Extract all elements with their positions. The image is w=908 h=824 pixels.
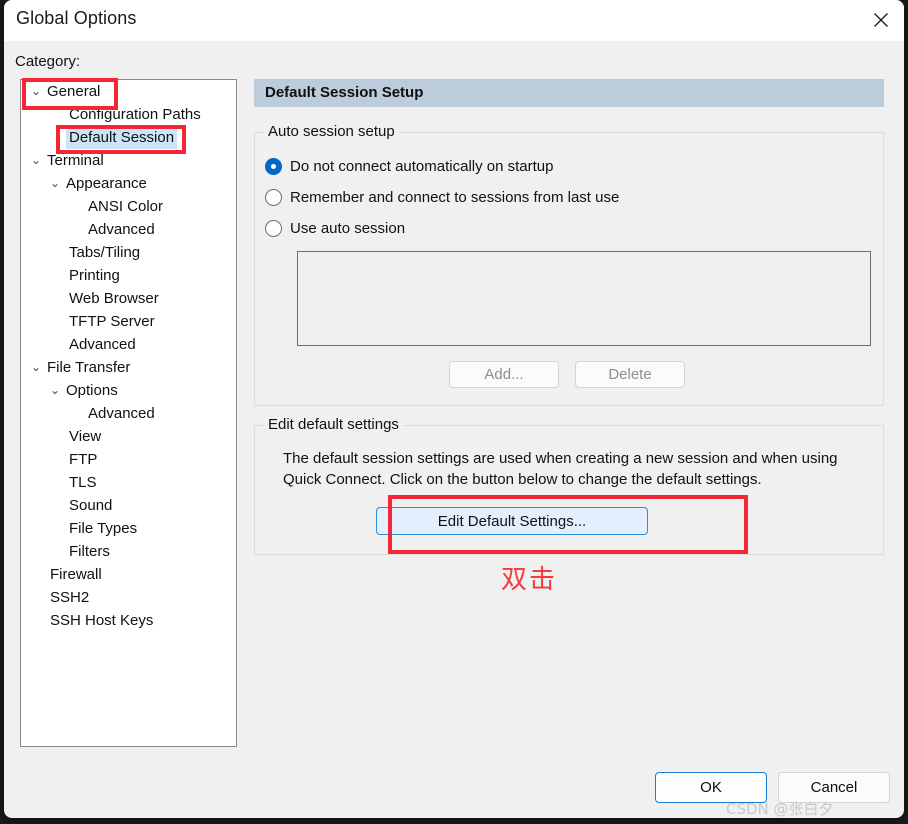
sidebar-item-advanced[interactable]: Advanced [21,218,236,241]
sidebar-item-tftp-server[interactable]: TFTP Server [21,310,236,333]
sidebar-item-filters[interactable]: Filters [21,540,236,563]
sidebar-item-ssh-host-keys[interactable]: SSH Host Keys [21,609,236,632]
sidebar-item-advanced[interactable]: Advanced [21,333,236,356]
panel-title: Default Session Setup [265,84,424,101]
sidebar-item-label: ANSI Color [88,198,164,215]
title-bar: Global Options [4,0,904,41]
sidebar-item-label: Advanced [69,336,136,353]
radio-label-use-auto-session: Use auto session [290,219,406,237]
edit-default-settings-group: Edit default settings The default sessio… [254,416,884,555]
add-button[interactable]: Add... [449,361,559,388]
sidebar-item-label: SSH2 [50,589,90,606]
radio-do-not-connect[interactable] [265,157,282,175]
sidebar-item-tls[interactable]: TLS [21,471,236,494]
sidebar-item-advanced[interactable]: Advanced [21,402,236,425]
sidebar-item-appearance[interactable]: ⌄ Appearance [21,172,236,195]
sidebar-item-label: Sound [69,497,113,514]
edit-default-settings-button[interactable]: Edit Default Settings... [376,507,648,535]
sidebar-item-label: File Transfer [47,359,131,376]
sidebar-item-options[interactable]: ⌄ Options [21,379,236,402]
auto-session-setup-group: Auto session setup Do not connect automa… [254,123,884,406]
edit-defaults-description: The default session settings are used wh… [283,450,838,488]
delete-button[interactable]: Delete [575,361,685,388]
sidebar-item-label: Web Browser [69,290,159,307]
radio-remember-sessions[interactable] [265,188,282,206]
sidebar-item-label: Options [66,382,118,399]
sidebar-item-file-types[interactable]: File Types [21,517,236,540]
window-title: Global Options [16,8,137,28]
chevron-down-icon[interactable]: ⌄ [28,149,44,172]
sidebar-item-ssh2[interactable]: SSH2 [21,586,236,609]
sidebar-item-label: TLS [69,474,97,491]
panel-header: Default Session Setup [254,79,884,107]
radio-row-remember-sessions[interactable]: Remember and connect to sessions from la… [265,186,619,208]
sidebar-item-label: General [47,83,101,100]
sidebar-item-configuration-paths[interactable]: Configuration Paths [21,103,236,126]
chevron-down-icon[interactable]: ⌄ [47,379,63,402]
sidebar-item-label: Configuration Paths [69,106,201,123]
sidebar-item-sound[interactable]: Sound [21,494,236,517]
annotation-callout-text: 双击 [501,565,558,595]
sidebar-item-label: Terminal [47,152,104,169]
close-icon[interactable] [858,0,904,40]
watermark: CSDN @张白夕 [726,800,834,818]
sidebar-item-label: Advanced [88,221,155,238]
sidebar-item-firewall[interactable]: Firewall [21,563,236,586]
category-tree[interactable]: ⌄ General Configuration Paths Default Sessi… [20,79,237,747]
sidebar-item-label: Printing [69,267,120,284]
sidebar-item-label: FTP [69,451,98,468]
sidebar-item-default-session[interactable]: Default Session [21,126,236,149]
edit-defaults-group-title: Edit default settings [264,416,403,433]
sidebar-item-view[interactable]: View [21,425,236,448]
sidebar-item-label: Firewall [50,566,102,583]
radio-label-remember-sessions: Remember and connect to sessions from la… [290,188,620,206]
chevron-down-icon[interactable]: ⌄ [28,80,44,103]
radio-use-auto-session[interactable] [265,219,282,237]
sidebar-item-label: Advanced [88,405,155,422]
sidebar-item-ftp[interactable]: FTP [21,448,236,471]
sidebar-item-label: SSH Host Keys [50,612,154,629]
sidebar-item-tabs-tiling[interactable]: Tabs/Tiling [21,241,236,264]
sidebar-item-terminal[interactable]: ⌄ Terminal [21,149,236,172]
sidebar-item-label: File Types [69,520,138,537]
auto-session-list[interactable] [297,251,871,346]
chevron-down-icon[interactable]: ⌄ [28,356,44,379]
sidebar-item-label: Appearance [66,175,147,192]
radio-label-do-not-connect: Do not connect automatically on startup [290,157,554,175]
sidebar-item-label: View [69,428,102,445]
sidebar-item-general[interactable]: ⌄ General [21,80,236,103]
sidebar-item-printing[interactable]: Printing [21,264,236,287]
global-options-dialog: Global Options Category: ⌄ General Configu… [4,0,904,818]
sidebar-item-label: TFTP Server [69,313,155,330]
sidebar-item-web-browser[interactable]: Web Browser [21,287,236,310]
chevron-down-icon[interactable]: ⌄ [47,172,63,195]
category-label: Category: [15,53,81,70]
sidebar-item-file-transfer[interactable]: ⌄ File Transfer [21,356,236,379]
auto-session-group-title: Auto session setup [264,123,399,140]
radio-row-use-auto-session[interactable]: Use auto session [265,217,405,239]
sidebar-item-label: Tabs/Tiling [69,244,141,261]
sidebar-item-label: Filters [69,543,110,560]
sidebar-item-label: Default Session [66,126,178,149]
radio-row-do-not-connect[interactable]: Do not connect automatically on startup [265,155,553,177]
sidebar-item-ansi-color[interactable]: ANSI Color [21,195,236,218]
